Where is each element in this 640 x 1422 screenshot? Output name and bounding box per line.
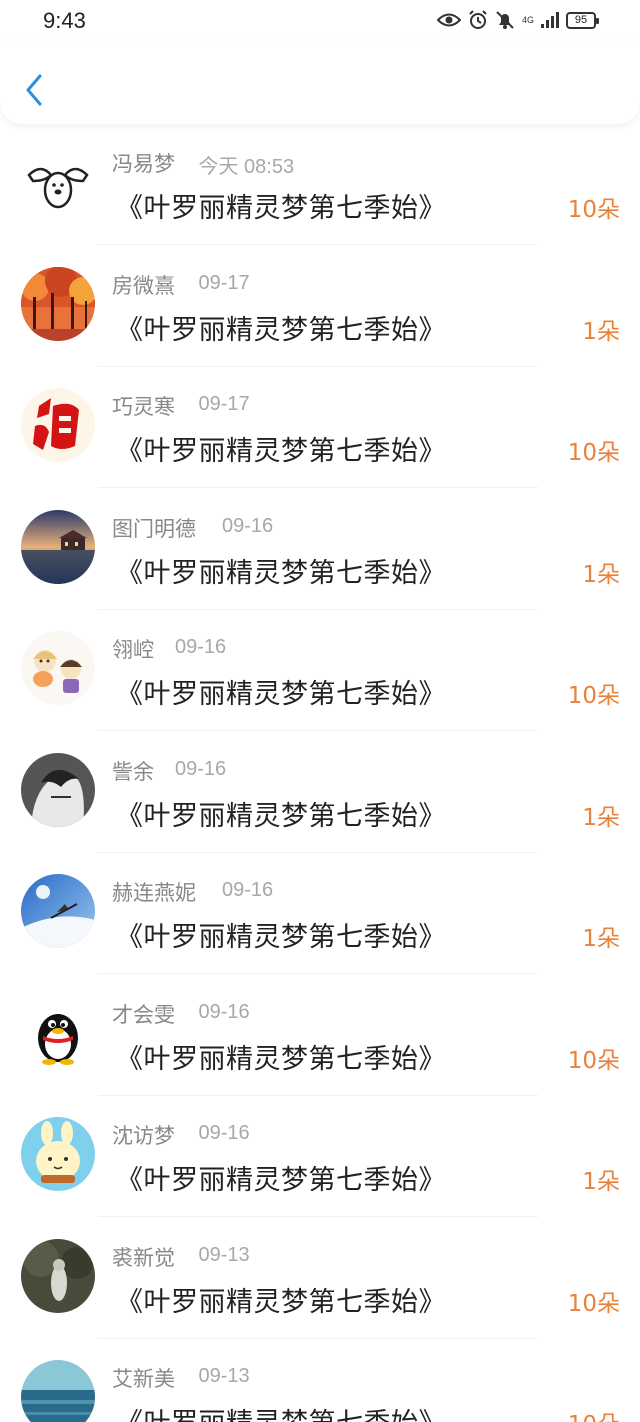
avatar-skier[interactable]	[21, 874, 95, 948]
user-name: 翎崆	[112, 638, 154, 662]
avatar-anime-couple[interactable]	[21, 631, 95, 705]
timestamp: 09-17	[198, 271, 250, 294]
avatar-monochrome-portrait[interactable]	[21, 752, 95, 827]
chevron-left-icon[interactable]	[20, 70, 50, 110]
item-title: 《叶罗丽精灵梦第七季始》	[116, 800, 446, 832]
timestamp: 09-16	[198, 1000, 250, 1023]
user-name: 图门明德	[112, 516, 196, 541]
item-title: 《叶罗丽精灵梦第七季始》	[116, 557, 446, 589]
status-bar: 9:43 4G 95	[0, 0, 640, 42]
list-item[interactable]: 艾新美 09-13 《叶罗丽精灵梦第七季始》 10朵	[0, 1339, 640, 1422]
list-item[interactable]: 訾余 09-16 《叶罗丽精灵梦第七季始》 1朵	[0, 732, 640, 854]
avatar-fu-character[interactable]	[21, 388, 95, 462]
status-icons: 4G 95	[436, 10, 599, 30]
user-name: 赫连燕妮	[112, 881, 196, 905]
timestamp: 09-16	[222, 514, 274, 537]
avatar-rabbit-sketch[interactable]	[21, 145, 95, 219]
header	[0, 42, 640, 124]
battery-icon: 95	[566, 11, 599, 29]
list-item[interactable]: 冯易梦 今天 08:53 《叶罗丽精灵梦第七季始》 10朵	[0, 124, 640, 246]
list-item[interactable]: 裘新觉 09-13 《叶罗丽精灵梦第七季始》 10朵	[0, 1218, 640, 1340]
gift-amount: 10朵	[568, 1405, 620, 1422]
gift-amount: 10朵	[567, 1290, 620, 1317]
list-item[interactable]: 翎崆 09-16 《叶罗丽精灵梦第七季始》 10朵	[0, 610, 640, 732]
list-item[interactable]: 赫连燕妮 09-16 《叶罗丽精灵梦第七季始》 1朵	[0, 853, 640, 975]
gift-amount: 1朵	[582, 1169, 620, 1195]
timestamp: 09-16	[175, 636, 227, 658]
timestamp: 今天 08:53	[198, 156, 295, 178]
user-name: 冯易梦	[112, 152, 175, 176]
item-title: 《叶罗丽精灵梦第七季始》	[116, 1043, 446, 1075]
gift-amount: 1朵	[582, 561, 620, 588]
signal-icon	[541, 12, 559, 28]
item-title: 《叶罗丽精灵梦第七季始》	[116, 436, 446, 467]
timestamp: 09-16	[175, 757, 227, 780]
user-name: 房微熹	[112, 273, 175, 298]
gift-amount: 1朵	[582, 318, 620, 345]
list-item[interactable]: 图门明德 09-16 《叶罗丽精灵梦第七季始》 1朵	[0, 489, 640, 611]
user-name: 訾余	[112, 759, 154, 784]
alarm-icon	[469, 10, 487, 29]
avatar-dark-photo[interactable]	[21, 1238, 95, 1313]
list-item[interactable]: 房微熹 09-17 《叶罗丽精灵梦第七季始》 1朵	[0, 246, 640, 368]
avatar-qq-penguin[interactable]	[21, 995, 95, 1070]
timestamp: 09-16	[222, 879, 274, 901]
item-title: 《叶罗丽精灵梦第七季始》	[116, 1286, 446, 1318]
user-name: 才会雯	[112, 1002, 175, 1027]
user-name: 巧灵寒	[112, 395, 175, 419]
status-time: 9:43	[43, 8, 86, 33]
avatar-lake-house[interactable]	[21, 509, 95, 584]
item-title: 《叶罗丽精灵梦第七季始》	[116, 1165, 446, 1196]
item-title: 《叶罗丽精灵梦第七季始》	[116, 1401, 446, 1422]
timestamp: 09-16	[198, 1122, 250, 1144]
network-label: 4G	[521, 14, 534, 25]
item-title: 《叶罗丽精灵梦第七季始》	[116, 679, 446, 710]
gift-amount: 10朵	[567, 440, 620, 466]
item-title: 《叶罗丽精灵梦第七季始》	[116, 314, 446, 346]
list-item[interactable]: 巧灵寒 09-17 《叶罗丽精灵梦第七季始》 10朵	[0, 367, 640, 489]
user-name: 沈访梦	[112, 1124, 175, 1148]
avatar-cartoon-bunny[interactable]	[21, 1117, 95, 1191]
gift-amount: 10朵	[567, 683, 620, 709]
avatar-sea-photo[interactable]	[21, 1360, 95, 1422]
avatar-autumn-forest[interactable]	[21, 266, 95, 341]
gift-amount: 1朵	[582, 926, 620, 952]
timestamp: 09-13	[198, 1243, 250, 1266]
eye-icon	[436, 13, 461, 27]
gift-amount: 10朵	[567, 197, 620, 223]
item-title: 《叶罗丽精灵梦第七季始》	[116, 922, 446, 953]
user-name: 裘新觉	[112, 1245, 175, 1270]
user-name: 艾新美	[112, 1367, 175, 1391]
timestamp: 09-17	[198, 393, 250, 415]
item-title: 《叶罗丽精灵梦第七季始》	[116, 193, 446, 224]
list-item[interactable]: 才会雯 09-16 《叶罗丽精灵梦第七季始》 10朵	[0, 975, 640, 1097]
gift-amount: 10朵	[567, 1047, 620, 1074]
timestamp: 09-13	[198, 1365, 250, 1387]
list-item[interactable]: 沈访梦 09-16 《叶罗丽精灵梦第七季始》 1朵	[0, 1096, 640, 1218]
gift-amount: 1朵	[582, 804, 620, 831]
mute-bell-icon	[496, 11, 514, 29]
